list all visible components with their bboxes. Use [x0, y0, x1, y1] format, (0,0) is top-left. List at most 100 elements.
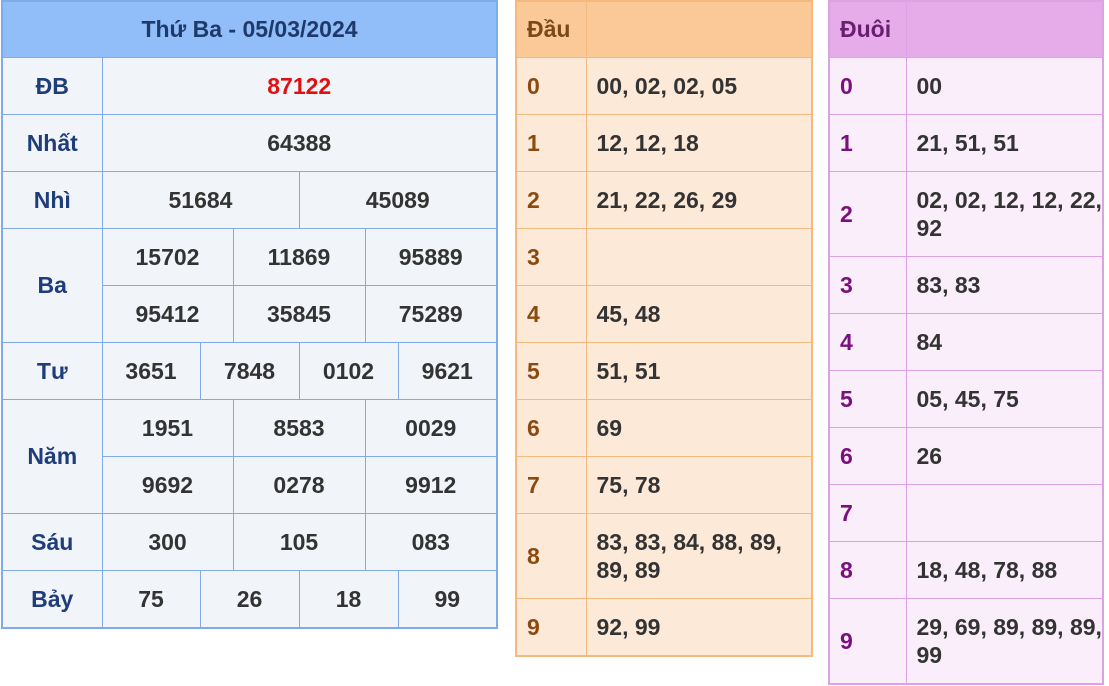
duoi-digit: 3 [828, 256, 907, 314]
duoi-values: 18, 48, 78, 88 [905, 541, 1104, 599]
duoi-row: 3 83, 83 [828, 256, 1104, 314]
prize-value: 300 [101, 513, 234, 571]
prize-label-db: ĐB [1, 57, 103, 115]
prize-value: 8583 [232, 399, 366, 457]
dau-values: 69 [585, 399, 813, 457]
prize-label-ba: Ba [1, 228, 103, 343]
dau-row: 2 21, 22, 26, 29 [515, 171, 813, 229]
dau-row: 5 51, 51 [515, 342, 813, 400]
prize-value: 95889 [364, 228, 498, 286]
dau-values: 21, 22, 26, 29 [585, 171, 813, 229]
duoi-row: 7 [828, 484, 1104, 542]
prize-value: 7848 [199, 342, 300, 400]
dau-table: Đầu 0 00, 02, 02, 05 1 12, 12, 18 2 21, … [515, 0, 813, 657]
prize-row-nhat: Nhất 64388 [1, 114, 498, 172]
duoi-digit: 9 [828, 598, 907, 685]
prize-value: 64388 [101, 114, 498, 172]
prize-label-bay: Bảy [1, 570, 103, 629]
duoi-title: Đuôi [828, 0, 907, 58]
duoi-values: 02, 02, 12, 12, 22, 92 [905, 171, 1104, 257]
duoi-digit: 8 [828, 541, 907, 599]
prize-value: 1951 [101, 399, 234, 457]
prize-value: 51684 [101, 171, 300, 229]
duoi-row: 5 05, 45, 75 [828, 370, 1104, 428]
duoi-digit: 7 [828, 484, 907, 542]
duoi-row: 6 26 [828, 427, 1104, 485]
dau-digit: 1 [515, 114, 587, 172]
duoi-digit: 5 [828, 370, 907, 428]
prize-value: 26 [199, 570, 300, 629]
dau-digit: 9 [515, 598, 587, 657]
prize-value: 99 [397, 570, 498, 629]
dau-row: 1 12, 12, 18 [515, 114, 813, 172]
prize-value: 35845 [232, 285, 366, 343]
dau-row: 8 83, 83, 84, 88, 89, 89, 89 [515, 513, 813, 599]
prize-value: 0029 [364, 399, 498, 457]
prize-value: 11869 [232, 228, 366, 286]
dau-row: 4 45, 48 [515, 285, 813, 343]
duoi-row: 8 18, 48, 78, 88 [828, 541, 1104, 599]
prize-value: 9912 [364, 456, 498, 514]
prize-value: 45089 [298, 171, 498, 229]
duoi-values: 05, 45, 75 [905, 370, 1104, 428]
prize-label-nhi: Nhì [1, 171, 103, 229]
prize-label-nhat: Nhất [1, 114, 103, 172]
dau-digit: 8 [515, 513, 587, 599]
dau-values: 75, 78 [585, 456, 813, 514]
prize-value: 95412 [101, 285, 234, 343]
prize-value: 18 [298, 570, 399, 629]
dau-row: 3 [515, 228, 813, 286]
prize-row-bay: Bảy 75 26 18 99 [1, 570, 498, 629]
dau-digit: 4 [515, 285, 587, 343]
dau-digit: 6 [515, 399, 587, 457]
prize-value: 0278 [232, 456, 366, 514]
prize-value: 083 [364, 513, 498, 571]
duoi-values: 84 [905, 313, 1104, 371]
duoi-digit: 4 [828, 313, 907, 371]
prize-row-sau: Sáu 300 105 083 [1, 513, 498, 571]
dau-values: 92, 99 [585, 598, 813, 657]
prize-row-ba: Ba 15702 11869 95889 [1, 228, 498, 343]
duoi-row: 4 84 [828, 313, 1104, 371]
duoi-values: 26 [905, 427, 1104, 485]
dau-values: 12, 12, 18 [585, 114, 813, 172]
duoi-header-blank [905, 0, 1104, 58]
duoi-row: 0 00 [828, 57, 1104, 115]
prize-row-nhi: Nhì 51684 45089 [1, 171, 498, 229]
dau-row: 9 92, 99 [515, 598, 813, 657]
duoi-values: 21, 51, 51 [905, 114, 1104, 172]
special-prize-value: 87122 [101, 57, 498, 115]
prize-value: 75289 [364, 285, 498, 343]
prize-value: 0102 [298, 342, 399, 400]
prize-value: 75 [101, 570, 201, 629]
duoi-values: 83, 83 [905, 256, 1104, 314]
dau-values: 51, 51 [585, 342, 813, 400]
prize-label-nam: Năm [1, 399, 103, 514]
prize-value: 9621 [397, 342, 498, 400]
duoi-row: 9 29, 69, 89, 89, 89, 99 [828, 598, 1104, 685]
dau-row: 0 00, 02, 02, 05 [515, 57, 813, 115]
prize-value: 9692 [101, 456, 234, 514]
duoi-digit: 2 [828, 171, 907, 257]
duoi-digit: 1 [828, 114, 907, 172]
dau-digit: 0 [515, 57, 587, 115]
duoi-values: 00 [905, 57, 1104, 115]
dau-values: 00, 02, 02, 05 [585, 57, 813, 115]
duoi-digit: 0 [828, 57, 907, 115]
duoi-digit: 6 [828, 427, 907, 485]
prize-value: 3651 [101, 342, 201, 400]
dau-header-blank [585, 0, 813, 58]
dau-digit: 7 [515, 456, 587, 514]
prize-row-db: ĐB 87122 [1, 57, 498, 115]
dau-digit: 5 [515, 342, 587, 400]
dau-values: 83, 83, 84, 88, 89, 89, 89 [585, 513, 813, 599]
prize-value: 105 [232, 513, 366, 571]
results-title: Thứ Ba - 05/03/2024 [1, 0, 498, 58]
dau-row: 6 69 [515, 399, 813, 457]
dau-row: 7 75, 78 [515, 456, 813, 514]
dau-title: Đầu [515, 0, 587, 58]
dau-values: 45, 48 [585, 285, 813, 343]
dau-digit: 2 [515, 171, 587, 229]
prize-value: 15702 [101, 228, 234, 286]
duoi-row: 2 02, 02, 12, 12, 22, 92 [828, 171, 1104, 257]
